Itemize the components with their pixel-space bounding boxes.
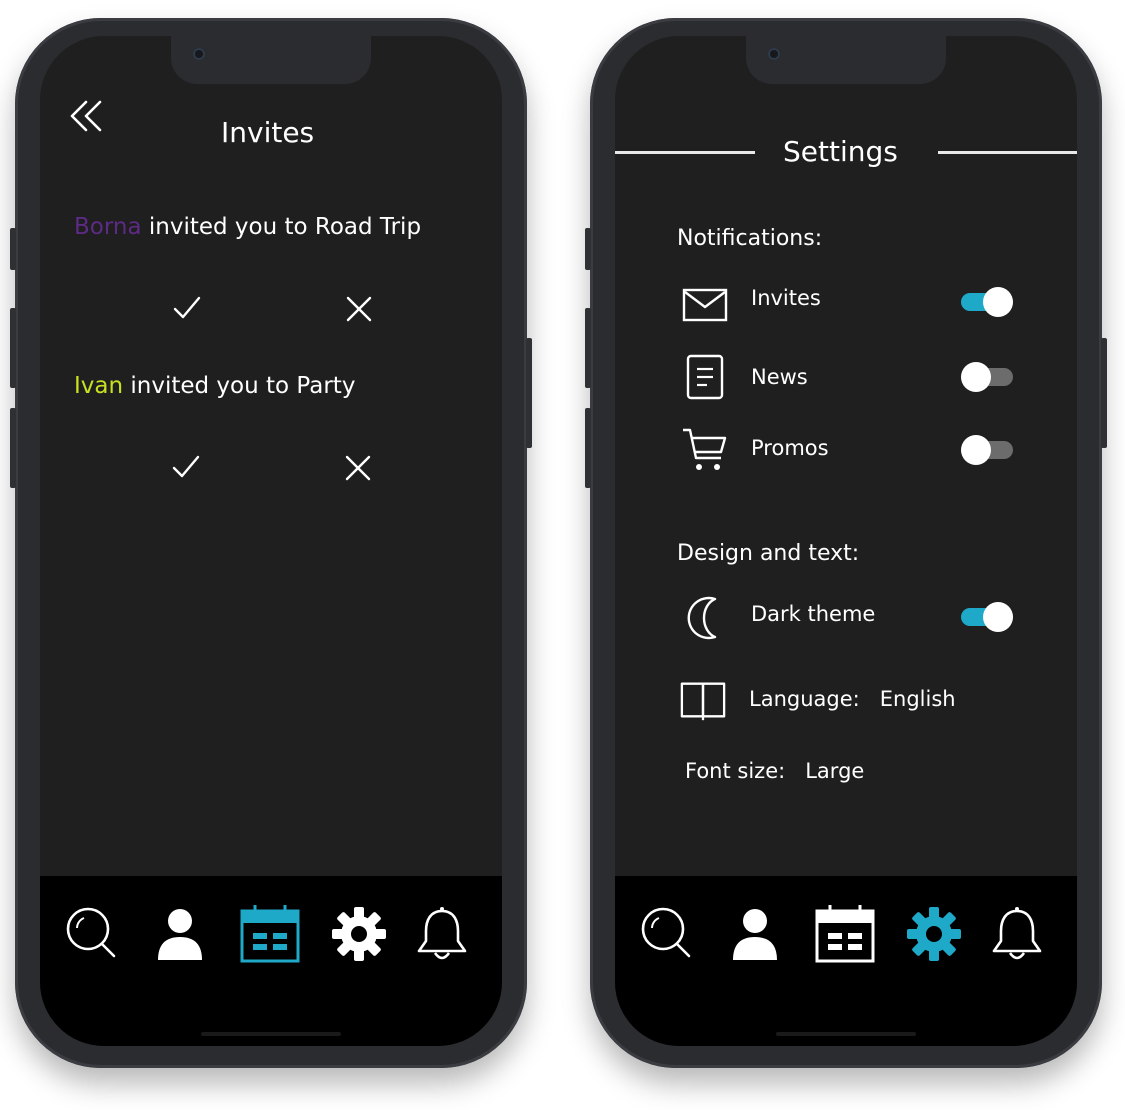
home-indicator	[201, 1032, 341, 1036]
toggle-knob	[983, 602, 1013, 632]
invites-screen: Invites Borna invited you to Road Trip I…	[40, 36, 502, 1046]
font-size-setting[interactable]: Font size: Large	[685, 759, 864, 783]
news-notification-label: News	[751, 365, 808, 389]
close-icon	[346, 296, 372, 322]
accept-invite-button[interactable]	[169, 290, 205, 326]
notch	[171, 36, 371, 84]
cart-icon	[681, 426, 729, 474]
close-icon	[345, 455, 371, 481]
page-title: Settings	[783, 135, 898, 168]
language-value: English	[879, 687, 956, 711]
moon-icon	[681, 594, 729, 642]
news-notification-toggle[interactable]	[961, 360, 1015, 394]
back-button[interactable]	[68, 98, 108, 134]
notifications-tab[interactable]	[985, 902, 1049, 966]
font-size-label: Font size:	[685, 759, 786, 783]
calendar-tab[interactable]	[813, 902, 877, 966]
promos-notification-label: Promos	[751, 436, 829, 460]
dark-theme-label: Dark theme	[751, 602, 876, 626]
calendar-tab[interactable]	[238, 902, 302, 966]
bell-icon	[992, 907, 1042, 960]
settings-screen: Settings Notifications: Invites News Pro…	[615, 36, 1077, 1046]
profile-tab[interactable]	[723, 902, 787, 966]
volume-up-button	[10, 308, 16, 388]
invite-text: invited you to Party	[123, 373, 356, 399]
tab-bar	[40, 876, 502, 1046]
document-icon	[681, 353, 729, 401]
settings-tab[interactable]	[902, 902, 966, 966]
invite-message: Borna invited you to Road Trip	[74, 214, 421, 240]
page-title: Invites	[221, 116, 315, 149]
design-heading: Design and text:	[677, 541, 860, 566]
search-tab[interactable]	[60, 902, 124, 966]
check-icon	[173, 296, 201, 319]
profile-tab[interactable]	[148, 902, 212, 966]
search-icon	[641, 907, 691, 958]
user-icon	[733, 909, 777, 960]
power-button	[1101, 338, 1107, 448]
dark-theme-toggle[interactable]	[961, 600, 1015, 634]
mail-icon	[681, 281, 729, 329]
language-setting[interactable]: Language: English	[749, 687, 956, 711]
book-icon	[679, 676, 727, 724]
volume-down-button	[585, 408, 591, 488]
camera	[768, 48, 780, 60]
tab-bar	[615, 876, 1077, 1046]
font-size-value: Large	[805, 759, 865, 783]
volume-down-button	[10, 408, 16, 488]
language-label: Language:	[749, 687, 860, 711]
mute-switch	[585, 228, 591, 270]
invite-sender: Ivan	[74, 373, 124, 399]
camera	[193, 48, 205, 60]
decline-invite-button[interactable]	[340, 450, 376, 486]
gear-icon	[332, 907, 386, 961]
invites-notification-label: Invites	[751, 286, 821, 310]
toggle-knob	[961, 362, 991, 392]
decline-invite-button[interactable]	[341, 291, 377, 327]
user-icon	[158, 909, 202, 960]
notifications-heading: Notifications:	[677, 226, 823, 251]
title-rule-right	[938, 151, 1077, 154]
invites-notification-toggle[interactable]	[961, 285, 1015, 319]
promos-notification-toggle[interactable]	[961, 433, 1015, 467]
phone-invites: Invites Borna invited you to Road Trip I…	[10, 18, 532, 1068]
settings-tab[interactable]	[327, 902, 391, 966]
toggle-knob	[961, 435, 991, 465]
notifications-tab[interactable]	[410, 902, 474, 966]
invite-sender: Borna	[74, 214, 142, 240]
power-button	[526, 338, 532, 448]
calendar-icon	[815, 905, 875, 963]
bell-icon	[417, 907, 467, 960]
toggle-knob	[983, 287, 1013, 317]
double-chevron-left-icon	[70, 100, 102, 132]
invite-message: Ivan invited you to Party	[74, 373, 355, 399]
invite-text: invited you to Road Trip	[141, 214, 422, 240]
gear-icon	[907, 907, 961, 961]
home-indicator	[776, 1032, 916, 1036]
volume-up-button	[585, 308, 591, 388]
calendar-icon	[240, 905, 300, 963]
search-tab[interactable]	[635, 902, 699, 966]
check-icon	[172, 455, 200, 478]
accept-invite-button[interactable]	[168, 449, 204, 485]
search-icon	[66, 907, 116, 958]
notch	[746, 36, 946, 84]
title-rule-left	[615, 151, 755, 154]
mute-switch	[10, 228, 16, 270]
phone-settings: Settings Notifications: Invites News Pro…	[585, 18, 1107, 1068]
